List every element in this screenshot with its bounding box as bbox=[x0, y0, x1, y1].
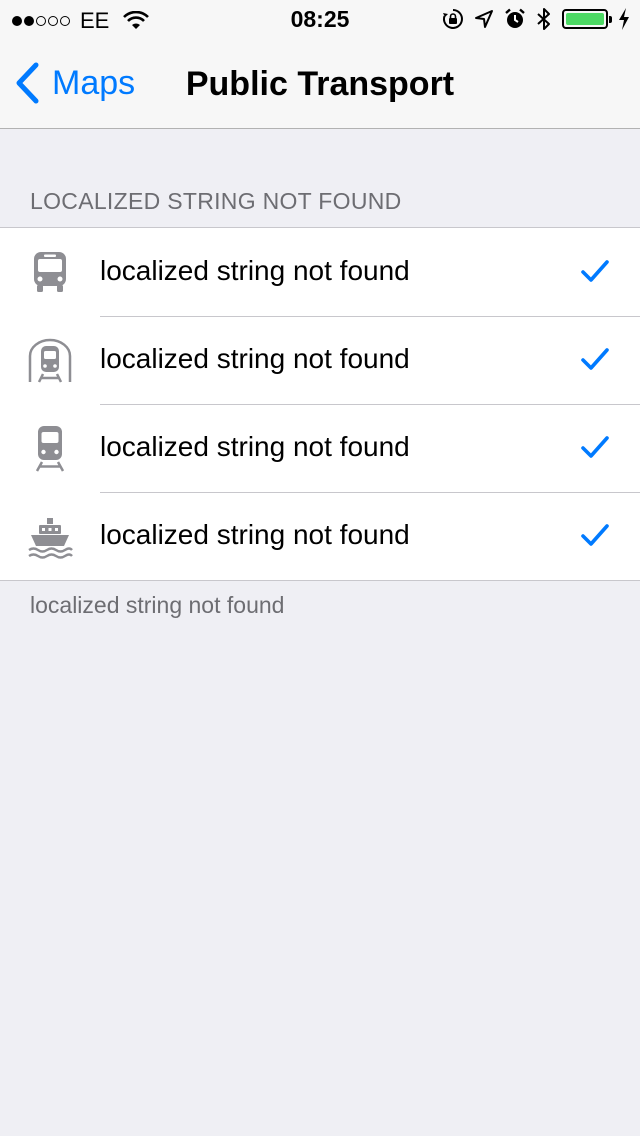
checkmark-icon bbox=[581, 436, 609, 458]
transport-option-label: localized string not found bbox=[100, 431, 410, 462]
train-icon bbox=[35, 426, 65, 472]
location-arrow-icon bbox=[475, 10, 493, 28]
checkmark-icon bbox=[581, 260, 609, 282]
status-right bbox=[442, 7, 630, 31]
transport-option-bus[interactable]: localized string not found bbox=[0, 228, 640, 316]
transport-option-label: localized string not found bbox=[100, 519, 410, 550]
rotation-lock-icon bbox=[443, 9, 463, 29]
checkmark-icon bbox=[581, 524, 609, 546]
transport-options-list: localized string not found localized str… bbox=[0, 227, 640, 581]
charging-bolt-icon bbox=[619, 8, 629, 30]
battery-icon bbox=[562, 9, 612, 29]
section-footer: localized string not found bbox=[30, 592, 285, 618]
navigation-bar: Maps Public Transport bbox=[0, 40, 640, 129]
page-title: Public Transport bbox=[185, 65, 455, 103]
transport-option-label: localized string not found bbox=[100, 343, 410, 374]
transport-option-train[interactable]: localized string not found bbox=[0, 404, 640, 492]
subway-icon bbox=[28, 338, 72, 383]
bluetooth-icon bbox=[537, 8, 550, 30]
checkmark-icon bbox=[581, 348, 609, 370]
status-bar: EE 08:25 bbox=[0, 0, 640, 40]
ferry-icon bbox=[28, 518, 73, 559]
battery-tip bbox=[609, 16, 612, 23]
bus-icon bbox=[34, 252, 66, 292]
transport-option-label: localized string not found bbox=[100, 255, 410, 286]
battery-level-fill bbox=[566, 13, 604, 25]
alarm-icon bbox=[505, 8, 525, 28]
transport-option-subway[interactable]: localized string not found bbox=[0, 316, 640, 404]
section-header: LOCALIZED STRING NOT FOUND bbox=[30, 188, 402, 214]
transport-option-ferry[interactable]: localized string not found bbox=[0, 492, 640, 580]
